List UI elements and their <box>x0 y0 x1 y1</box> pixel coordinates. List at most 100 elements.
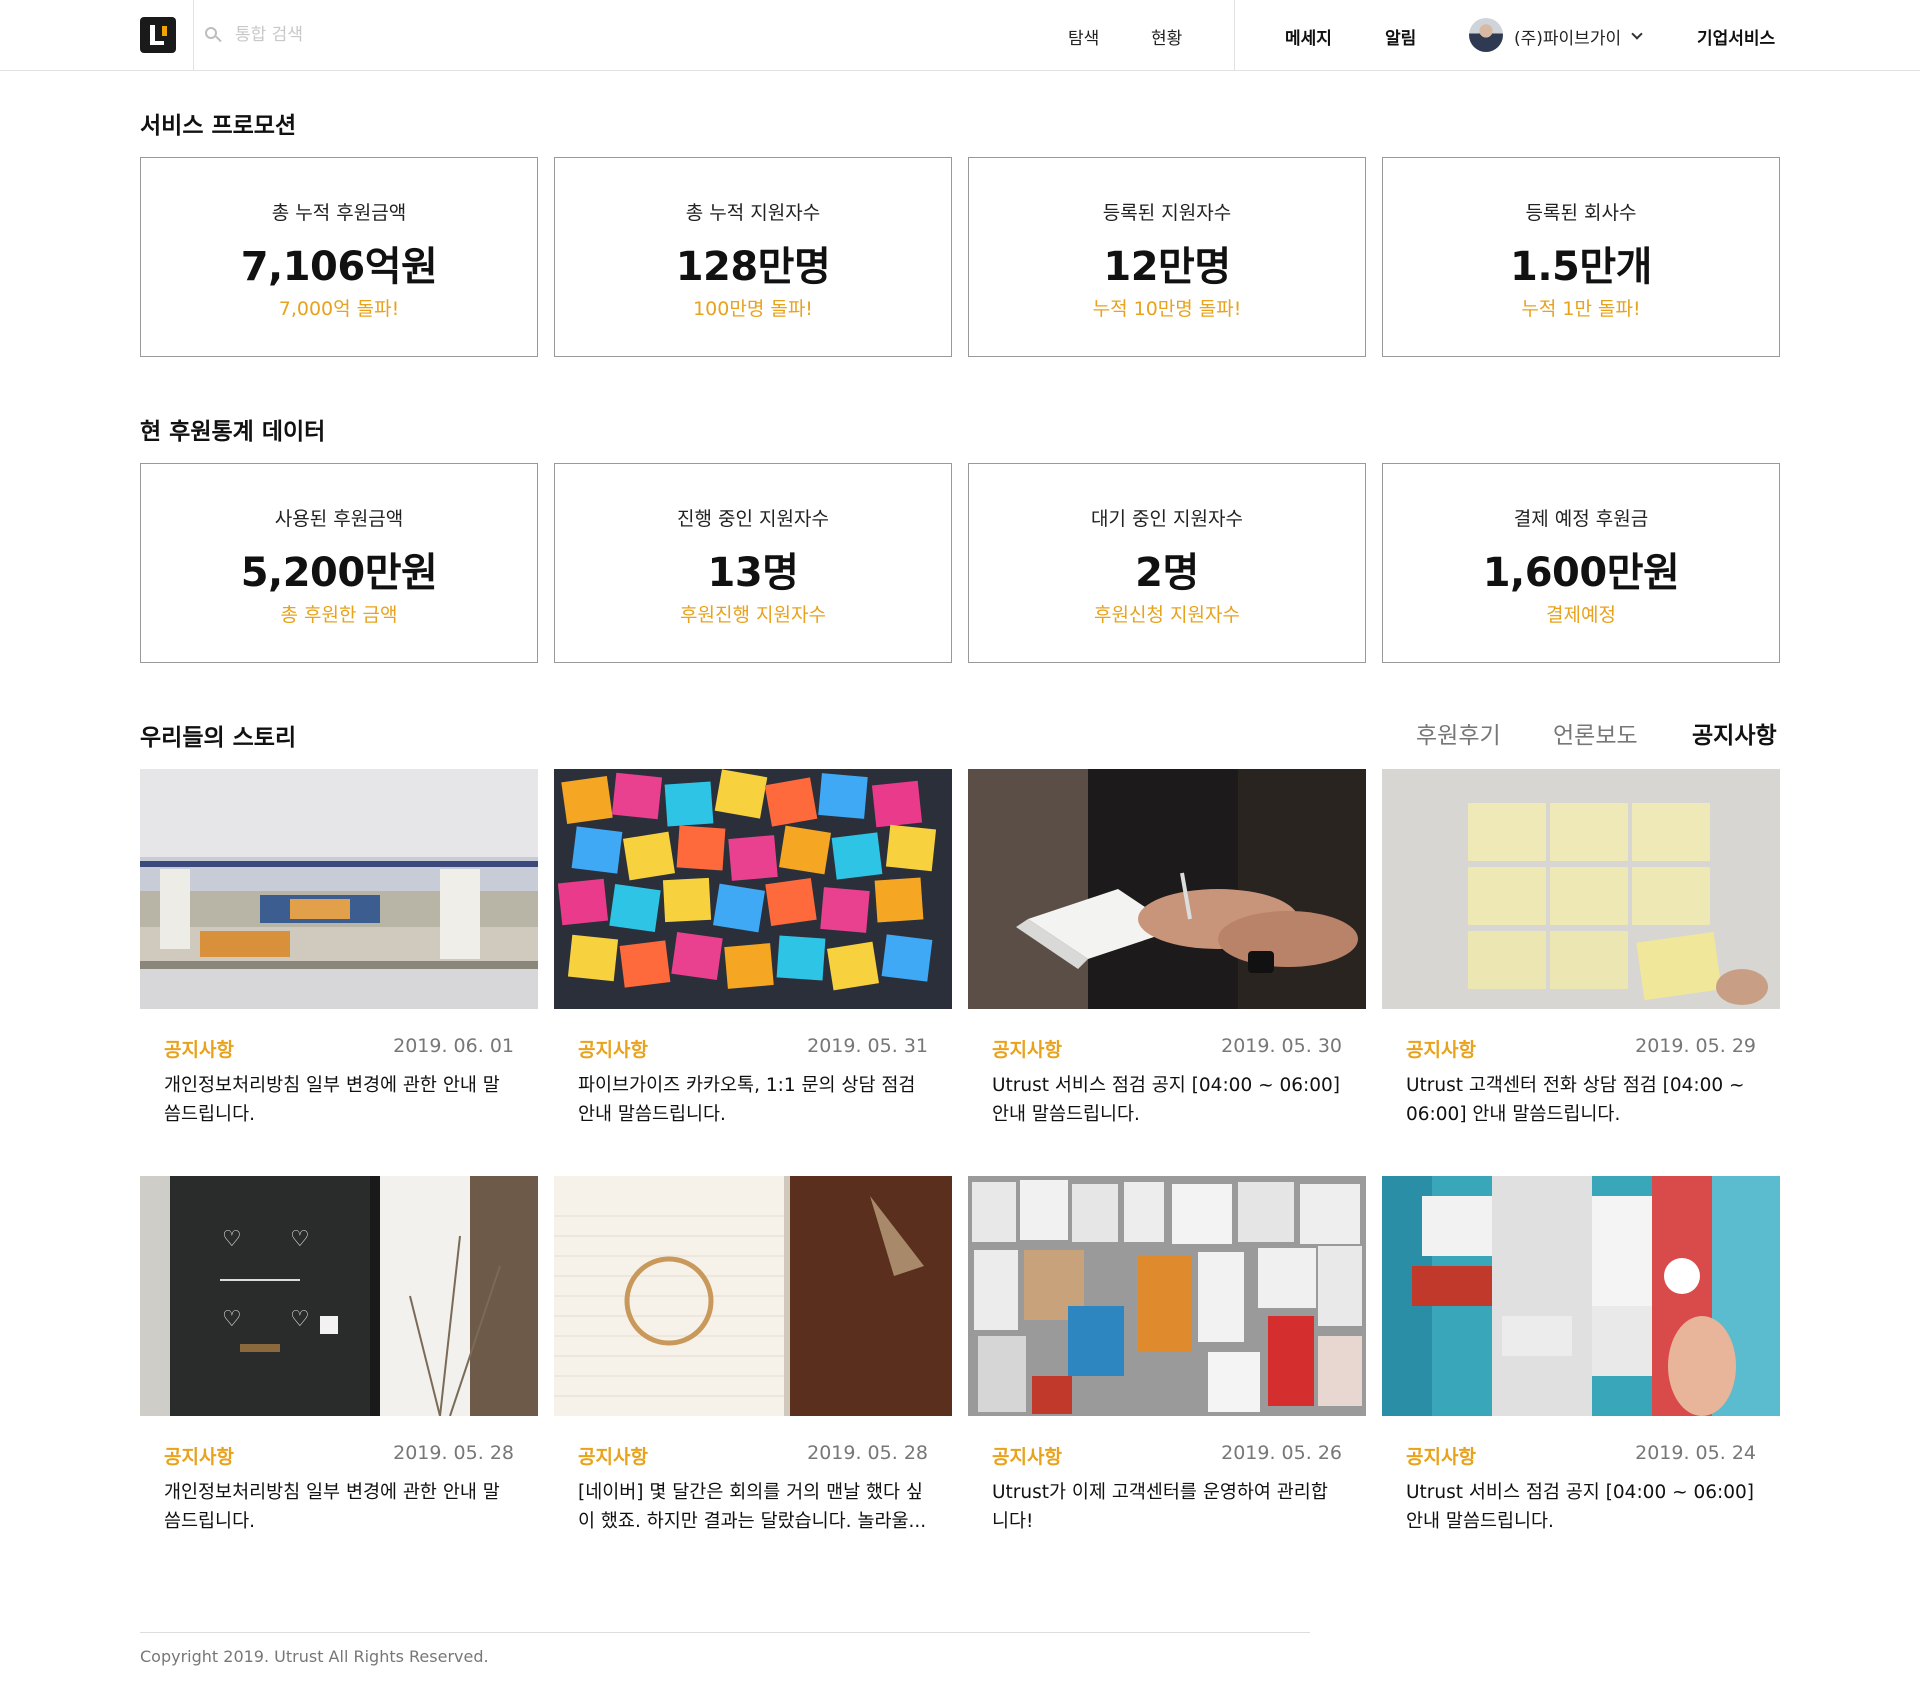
card-sub: 결제예정 <box>1546 604 1616 626</box>
card-value: 1,600만원 <box>1482 550 1680 596</box>
story-thumbnail[interactable] <box>554 769 952 1009</box>
card-label: 대기 중인 지원자수 <box>1091 508 1243 530</box>
story-card[interactable]: 공지사항 2019. 05. 28 [네이버] 몇 달간은 회의를 거의 맨날 … <box>554 1176 952 1532</box>
account-menu[interactable]: (주)파이브가이 <box>1514 24 1643 49</box>
svg-text:♡: ♡ <box>290 1227 310 1252</box>
avatar[interactable] <box>1469 18 1503 52</box>
story-thumbnail[interactable] <box>968 1176 1366 1416</box>
stats-card: 대기 중인 지원자수 2명 후원신청 지원자수 <box>968 463 1366 663</box>
story-text[interactable]: Utrust가 이제 고객센터를 운영하여 관리합니다! <box>992 1478 1342 1536</box>
card-label: 진행 중인 지원자수 <box>677 508 829 530</box>
card-sub: 100만명 돌파! <box>693 298 813 320</box>
header-divider <box>1234 0 1235 71</box>
stats-card: 진행 중인 지원자수 13명 후원진행 지원자수 <box>554 463 952 663</box>
story-date: 2019. 05. 31 <box>807 1035 928 1057</box>
card-value: 13명 <box>707 550 799 596</box>
story-date: 2019. 05. 26 <box>1221 1442 1342 1464</box>
story-category: 공지사항 <box>992 1039 1062 1061</box>
header-divider <box>193 0 194 71</box>
promo-card: 등록된 회사수 1.5만개 누적 1만 돌파! <box>1382 157 1780 357</box>
tab-notices[interactable]: 공지사항 <box>1692 716 1777 750</box>
story-thumbnail[interactable] <box>140 769 538 1009</box>
story-date: 2019. 06. 01 <box>393 1035 514 1057</box>
card-value: 7,106억원 <box>240 244 438 290</box>
account-name: (주)파이브가이 <box>1514 29 1622 49</box>
story-text[interactable]: Utrust 서비스 점검 공지 [04:00 ~ 06:00] 안내 말씀드립… <box>1406 1478 1756 1536</box>
card-label: 사용된 후원금액 <box>274 508 404 530</box>
stats-title: 현 후원통계 데이터 <box>140 419 326 445</box>
card-sub: 누적 10만명 돌파! <box>1092 298 1242 320</box>
promotion-title: 서비스 프로모션 <box>140 113 297 139</box>
story-text[interactable]: [네이버] 몇 달간은 회의를 거의 맨날 했다 싶이 했죠. 하지만 결과는 … <box>578 1478 928 1536</box>
search-input[interactable] <box>235 25 515 45</box>
card-label: 총 누적 지원자수 <box>685 202 821 224</box>
nav-alerts[interactable]: 알림 <box>1385 24 1416 49</box>
story-card[interactable]: 공지사항 2019. 05. 24 Utrust 서비스 점검 공지 [04:0… <box>1382 1176 1780 1532</box>
stats-card: 결제 예정 후원금 1,600만원 결제예정 <box>1382 463 1780 663</box>
promo-card: 총 누적 후원금액 7,106억원 7,000억 돌파! <box>140 157 538 357</box>
promo-card: 총 누적 지원자수 128만명 100만명 돌파! <box>554 157 952 357</box>
nav-corporate-service[interactable]: 기업서비스 <box>1697 24 1775 49</box>
story-date: 2019. 05. 30 <box>1221 1035 1342 1057</box>
story-card[interactable]: 공지사항 2019. 05. 26 Utrust가 이제 고객센터를 운영하여 … <box>968 1176 1366 1532</box>
story-thumbnail[interactable] <box>1382 1176 1780 1416</box>
card-sub: 7,000억 돌파! <box>278 298 400 320</box>
card-label: 결제 예정 후원금 <box>1513 508 1649 530</box>
story-category: 공지사항 <box>164 1446 234 1468</box>
nav-status[interactable]: 현황 <box>1151 24 1182 49</box>
story-date: 2019. 05. 29 <box>1635 1035 1756 1057</box>
svg-text:♡: ♡ <box>222 1307 242 1332</box>
story-date: 2019. 05. 24 <box>1635 1442 1756 1464</box>
card-value: 128만명 <box>675 244 831 290</box>
story-thumbnail[interactable] <box>968 769 1366 1009</box>
story-text[interactable]: Utrust 고객센터 전화 상담 점검 [04:00 ~ 06:00] 안내 … <box>1406 1071 1756 1129</box>
top-header: 탐색 현황 메세지 알림 (주)파이브가이 기업서비스 <box>0 0 1920 71</box>
story-thumbnail[interactable]: ♡ ♡ ♡ ♡ <box>140 1176 538 1416</box>
chevron-down-icon[interactable] <box>1631 28 1643 40</box>
search-box[interactable] <box>205 20 515 50</box>
card-sub: 후원진행 지원자수 <box>680 604 826 626</box>
story-category: 공지사항 <box>992 1446 1062 1468</box>
nav-explore[interactable]: 탐색 <box>1068 24 1099 49</box>
search-icon[interactable] <box>205 27 222 43</box>
story-card[interactable]: 공지사항 2019. 05. 29 Utrust 고객센터 전화 상담 점검 [… <box>1382 769 1780 1125</box>
story-text[interactable]: 개인정보처리방침 일부 변경에 관한 안내 말씀드립니다. <box>164 1071 514 1129</box>
card-value: 2명 <box>1135 550 1199 596</box>
story-category: 공지사항 <box>164 1039 234 1061</box>
footer-copyright: Copyright 2019. Utrust All Rights Reserv… <box>140 1647 489 1666</box>
story-card[interactable]: 공지사항 2019. 05. 31 파이브가이즈 카카오톡, 1:1 문의 상담… <box>554 769 952 1125</box>
card-value: 5,200만원 <box>240 550 438 596</box>
tab-reviews[interactable]: 후원후기 <box>1416 716 1501 750</box>
card-value: 12만명 <box>1103 244 1231 290</box>
story-date: 2019. 05. 28 <box>807 1442 928 1464</box>
stories-title: 우리들의 스토리 <box>140 725 297 751</box>
story-text[interactable]: Utrust 서비스 점검 공지 [04:00 ~ 06:00] 안내 말씀드립… <box>992 1071 1342 1129</box>
story-text[interactable]: 개인정보처리방침 일부 변경에 관한 안내 말씀드립니다. <box>164 1478 514 1536</box>
card-label: 등록된 회사수 <box>1525 202 1637 224</box>
story-date: 2019. 05. 28 <box>393 1442 514 1464</box>
story-text[interactable]: 파이브가이즈 카카오톡, 1:1 문의 상담 점검 안내 말씀드립니다. <box>578 1071 928 1129</box>
card-label: 총 누적 후원금액 <box>271 202 407 224</box>
card-sub: 총 후원한 금액 <box>280 604 398 626</box>
tab-press[interactable]: 언론보도 <box>1553 716 1638 750</box>
stats-card: 사용된 후원금액 5,200만원 총 후원한 금액 <box>140 463 538 663</box>
story-category: 공지사항 <box>578 1446 648 1468</box>
nav-messages[interactable]: 메세지 <box>1285 24 1332 49</box>
story-category: 공지사항 <box>1406 1039 1476 1061</box>
card-sub: 후원신청 지원자수 <box>1094 604 1240 626</box>
card-sub: 누적 1만 돌파! <box>1521 298 1641 320</box>
utrust-logo-icon[interactable] <box>140 17 176 53</box>
story-category: 공지사항 <box>578 1039 648 1061</box>
story-category: 공지사항 <box>1406 1446 1476 1468</box>
card-label: 등록된 지원자수 <box>1102 202 1232 224</box>
promo-card: 등록된 지원자수 12만명 누적 10만명 돌파! <box>968 157 1366 357</box>
story-card[interactable]: ♡ ♡ ♡ ♡ 공지사항 2019. 05. 28 개인정보처리방침 일부 변경… <box>140 1176 538 1532</box>
story-card[interactable]: 공지사항 2019. 05. 30 Utrust 서비스 점검 공지 [04:0… <box>968 769 1366 1125</box>
story-card[interactable]: 공지사항 2019. 06. 01 개인정보처리방침 일부 변경에 관한 안내 … <box>140 769 538 1125</box>
svg-text:♡: ♡ <box>290 1307 310 1332</box>
card-value: 1.5만개 <box>1510 244 1652 290</box>
story-thumbnail[interactable] <box>1382 769 1780 1009</box>
footer-divider <box>140 1632 1310 1633</box>
svg-text:♡: ♡ <box>222 1227 242 1252</box>
story-thumbnail[interactable] <box>554 1176 952 1416</box>
